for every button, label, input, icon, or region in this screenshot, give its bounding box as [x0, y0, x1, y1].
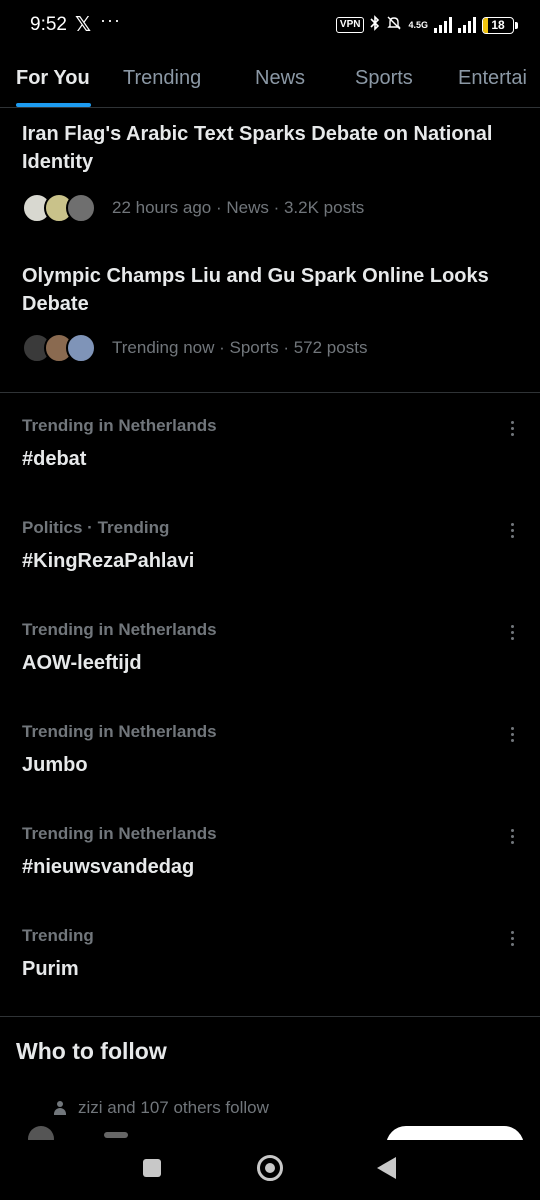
tab-entertainment[interactable]: Entertai	[458, 67, 527, 90]
signal-1-icon	[434, 17, 452, 33]
trend-context: Trending in Netherlands	[22, 824, 217, 843]
tab-for-you[interactable]: For You	[16, 67, 90, 90]
signal-2-icon	[458, 17, 476, 33]
news-title: Olympic Champs Liu and Gu Spark Online L…	[22, 265, 489, 315]
battery-icon: 18	[482, 16, 518, 34]
tab-sports[interactable]: Sports	[355, 67, 413, 90]
news-avatars	[22, 333, 104, 363]
trend-name: #KingRezaPahlavi	[22, 550, 195, 572]
trend-name: AOW-leeftijd	[22, 652, 142, 674]
more-options-icon[interactable]	[504, 416, 520, 440]
trend-context: Politics · Trending	[22, 518, 170, 537]
news-meta-text: 22 hours ago · News · 3.2K posts	[112, 198, 365, 217]
more-options-icon[interactable]	[504, 824, 520, 848]
vpn-badge: VPN	[335, 17, 365, 33]
trend-item[interactable]: Trending in Netherlands #debat	[22, 416, 522, 506]
back-icon[interactable]	[377, 1157, 396, 1179]
more-options-icon[interactable]	[504, 518, 520, 542]
suggested-user-name[interactable]	[104, 1132, 128, 1138]
bell-off-icon	[386, 15, 402, 36]
bluetooth-icon	[370, 14, 380, 36]
trend-item[interactable]: Trending in Netherlands AOW-leeftijd	[22, 620, 522, 710]
system-nav-bar	[0, 1140, 540, 1200]
more-options-icon[interactable]	[504, 926, 520, 950]
section-divider	[0, 1016, 540, 1017]
trend-item[interactable]: Politics · Trending #KingRezaPahlavi	[22, 518, 522, 608]
follow-context: zizi and 107 others follow	[54, 1098, 269, 1118]
active-tab-indicator	[16, 103, 91, 107]
trend-context: Trending in Netherlands	[22, 416, 217, 435]
more-notifications-icon: ···	[100, 10, 121, 30]
news-item[interactable]: Olympic Champs Liu and Gu Spark Online L…	[22, 262, 522, 363]
more-options-icon[interactable]	[504, 722, 520, 746]
explore-tabs: For You Trending News Sports Entertai	[0, 52, 540, 108]
network-type-label: 4.5G	[408, 19, 428, 30]
avatar	[66, 193, 96, 223]
more-options-icon[interactable]	[504, 620, 520, 644]
follow-context-text: zizi and 107 others follow	[78, 1098, 269, 1117]
home-icon[interactable]	[257, 1155, 283, 1181]
tab-trending[interactable]: Trending	[123, 67, 201, 90]
battery-percent: 18	[491, 17, 505, 32]
news-meta: Trending now · Sports · 572 posts	[22, 333, 522, 363]
trend-item[interactable]: Trending in Netherlands #nieuwsvandedag	[22, 824, 522, 914]
news-meta: 22 hours ago · News · 3.2K posts	[22, 193, 522, 223]
tab-news[interactable]: News	[255, 67, 305, 90]
recents-icon[interactable]	[143, 1159, 161, 1177]
x-logo-icon: 𝕏	[75, 14, 92, 36]
section-divider	[0, 392, 540, 393]
trend-name: #nieuwsvandedag	[22, 856, 195, 878]
trend-item[interactable]: Trending in Netherlands Jumbo	[22, 722, 522, 812]
trend-name: #debat	[22, 448, 87, 470]
trend-name: Jumbo	[22, 754, 88, 776]
news-avatars	[22, 193, 104, 223]
trend-context: Trending in Netherlands	[22, 722, 217, 741]
status-bar: 9:52 𝕏 ··· VPN 4.5G 18	[0, 0, 540, 52]
who-to-follow-title: Who to follow	[16, 1038, 167, 1064]
trend-context: Trending	[22, 926, 94, 945]
person-icon	[54, 1101, 66, 1115]
status-time: 9:52	[30, 14, 67, 35]
trend-context: Trending in Netherlands	[22, 620, 217, 639]
news-item[interactable]: Iran Flag's Arabic Text Sparks Debate on…	[22, 120, 522, 223]
trend-name: Purim	[22, 958, 79, 980]
status-icons: VPN 4.5G 18	[335, 14, 518, 36]
trend-item[interactable]: Trending Purim	[22, 926, 522, 1016]
news-title: Iran Flag's Arabic Text Sparks Debate on…	[22, 123, 493, 173]
avatar	[66, 333, 96, 363]
news-meta-text: Trending now · Sports · 572 posts	[112, 338, 368, 357]
